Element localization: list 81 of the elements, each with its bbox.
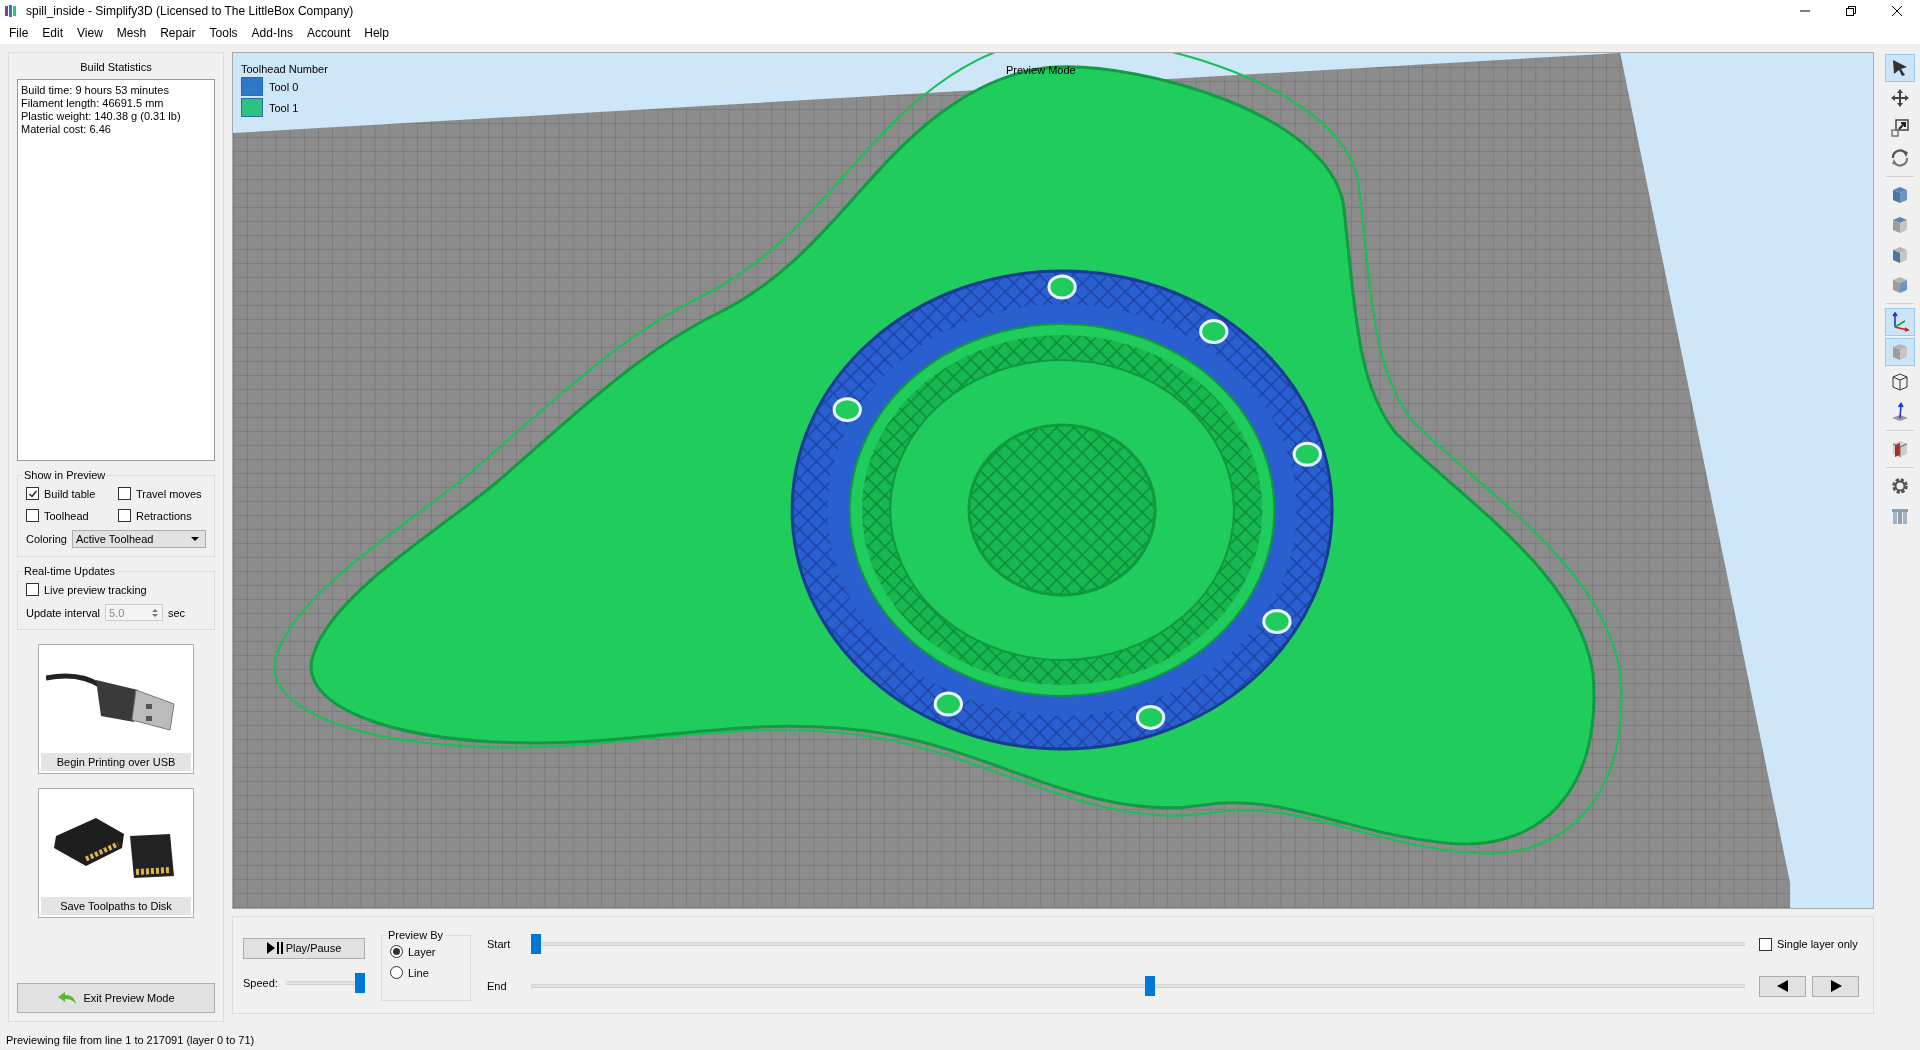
restore-icon bbox=[1846, 6, 1856, 16]
settings-icon bbox=[1890, 476, 1910, 496]
cross-section-icon bbox=[1890, 439, 1910, 459]
cube-icon bbox=[1890, 342, 1910, 362]
checkbox[interactable] bbox=[26, 509, 39, 522]
play-pause-icon bbox=[266, 942, 283, 954]
wireframe-cube-icon bbox=[1890, 372, 1910, 392]
preview-mode-label: Preview Mode bbox=[1006, 64, 1076, 76]
right-triangle-icon bbox=[1829, 980, 1842, 992]
coloring-label: Coloring bbox=[26, 533, 67, 545]
group-title: Real-time Updates bbox=[23, 565, 117, 577]
cube-icon bbox=[1890, 245, 1910, 265]
next-button[interactable] bbox=[1812, 975, 1859, 997]
arrow-on-plane-icon bbox=[1890, 402, 1910, 422]
spin-arrows-icon bbox=[151, 606, 159, 619]
close-icon bbox=[1892, 6, 1902, 16]
menu-item[interactable]: Tools bbox=[202, 24, 245, 42]
checkbox-label: Retractions bbox=[136, 509, 192, 522]
legend-label: Tool 0 bbox=[269, 80, 299, 93]
statistic-line: Plastic weight: 140.38 g (0.31 lb) bbox=[21, 110, 182, 123]
group-title: Show in Preview bbox=[23, 469, 107, 481]
cube-icon bbox=[1890, 215, 1910, 235]
menu-item[interactable]: Edit bbox=[35, 24, 71, 42]
group-title: Preview By bbox=[387, 929, 445, 941]
back-arrow-icon bbox=[57, 991, 78, 1005]
statistic-line: Filament length: 46691.5 mm bbox=[21, 97, 165, 110]
status-bar-text: Previewing file from line 1 to 217091 (layer 0 to 71) bbox=[5, 1033, 256, 1048]
slider-thumb[interactable] bbox=[355, 972, 365, 993]
checkbox[interactable] bbox=[26, 487, 39, 500]
axes-icon bbox=[1890, 312, 1910, 332]
coloring-dropdown[interactable]: Active Toolhead bbox=[71, 530, 206, 548]
end-label: End bbox=[487, 980, 508, 992]
checkbox-label: Build table bbox=[44, 487, 96, 500]
axes-tool-button[interactable] bbox=[1885, 308, 1915, 336]
menu-item[interactable]: Add-Ins bbox=[244, 24, 300, 42]
slider-thumb[interactable] bbox=[531, 934, 541, 954]
save-to-disk-button[interactable]: Save Toolpaths to Disk bbox=[38, 788, 194, 918]
radio-button[interactable] bbox=[390, 966, 403, 979]
build-statistics-title: Build Statistics bbox=[79, 61, 153, 73]
checkbox[interactable] bbox=[118, 509, 131, 522]
checkbox[interactable] bbox=[26, 583, 39, 596]
start-label: Start bbox=[487, 938, 512, 950]
checkbox[interactable] bbox=[118, 487, 131, 500]
update-interval-label: Update interval bbox=[26, 606, 100, 619]
checkbox-label: Toolhead bbox=[44, 509, 89, 522]
cube-icon bbox=[1890, 185, 1910, 205]
exit-preview-button[interactable]: Exit Preview Mode bbox=[17, 983, 215, 1013]
menu-item[interactable]: View bbox=[70, 24, 110, 42]
statistic-line: Build time: 9 hours 53 minutes bbox=[21, 84, 170, 97]
checkbox[interactable] bbox=[1759, 937, 1772, 951]
checkbox-label: Live preview tracking bbox=[44, 583, 147, 596]
menu-item[interactable]: Account bbox=[299, 24, 358, 42]
previous-button[interactable] bbox=[1759, 975, 1806, 997]
scale-icon bbox=[1890, 118, 1910, 138]
3d-viewport[interactable]: Toolhead Number Tool 0 Tool 1 Preview Mode bbox=[232, 52, 1874, 909]
cube-icon bbox=[1890, 275, 1910, 295]
radio-label: Layer bbox=[408, 945, 436, 958]
menu-item[interactable]: Help bbox=[357, 24, 396, 42]
print-over-usb-button[interactable]: Begin Printing over USB bbox=[38, 644, 194, 774]
checkbox-label: Travel moves bbox=[136, 487, 202, 500]
window-title: spill_inside - Simplify3D (Licensed to The LittleBox Company) bbox=[26, 4, 355, 18]
speed-label: Speed: bbox=[243, 976, 278, 989]
dropdown-caret-icon bbox=[191, 537, 199, 541]
statistic-line: Material cost: 6.46 bbox=[21, 123, 112, 136]
radio-button[interactable] bbox=[390, 945, 403, 958]
radio-label: Line bbox=[408, 966, 429, 979]
app-logo-icon bbox=[4, 4, 18, 18]
slider-thumb[interactable] bbox=[1145, 976, 1156, 996]
legend-label: Tool 1 bbox=[269, 101, 299, 114]
checkbox-label: Single layer only bbox=[1777, 938, 1858, 950]
legend-title: Toolhead Number bbox=[241, 63, 328, 75]
unit-label: sec bbox=[168, 606, 186, 619]
play-pause-button[interactable]: Play/Pause bbox=[243, 937, 365, 959]
select-tool-button[interactable] bbox=[1885, 54, 1915, 82]
rotate-icon bbox=[1890, 148, 1910, 168]
menu-item[interactable]: Repair bbox=[153, 24, 203, 42]
support-pillars-icon bbox=[1890, 506, 1910, 526]
move-arrows-icon bbox=[1890, 88, 1910, 108]
left-triangle-icon bbox=[1776, 980, 1789, 992]
menu-item[interactable]: File bbox=[2, 24, 36, 42]
menu-item[interactable]: Mesh bbox=[109, 24, 154, 42]
